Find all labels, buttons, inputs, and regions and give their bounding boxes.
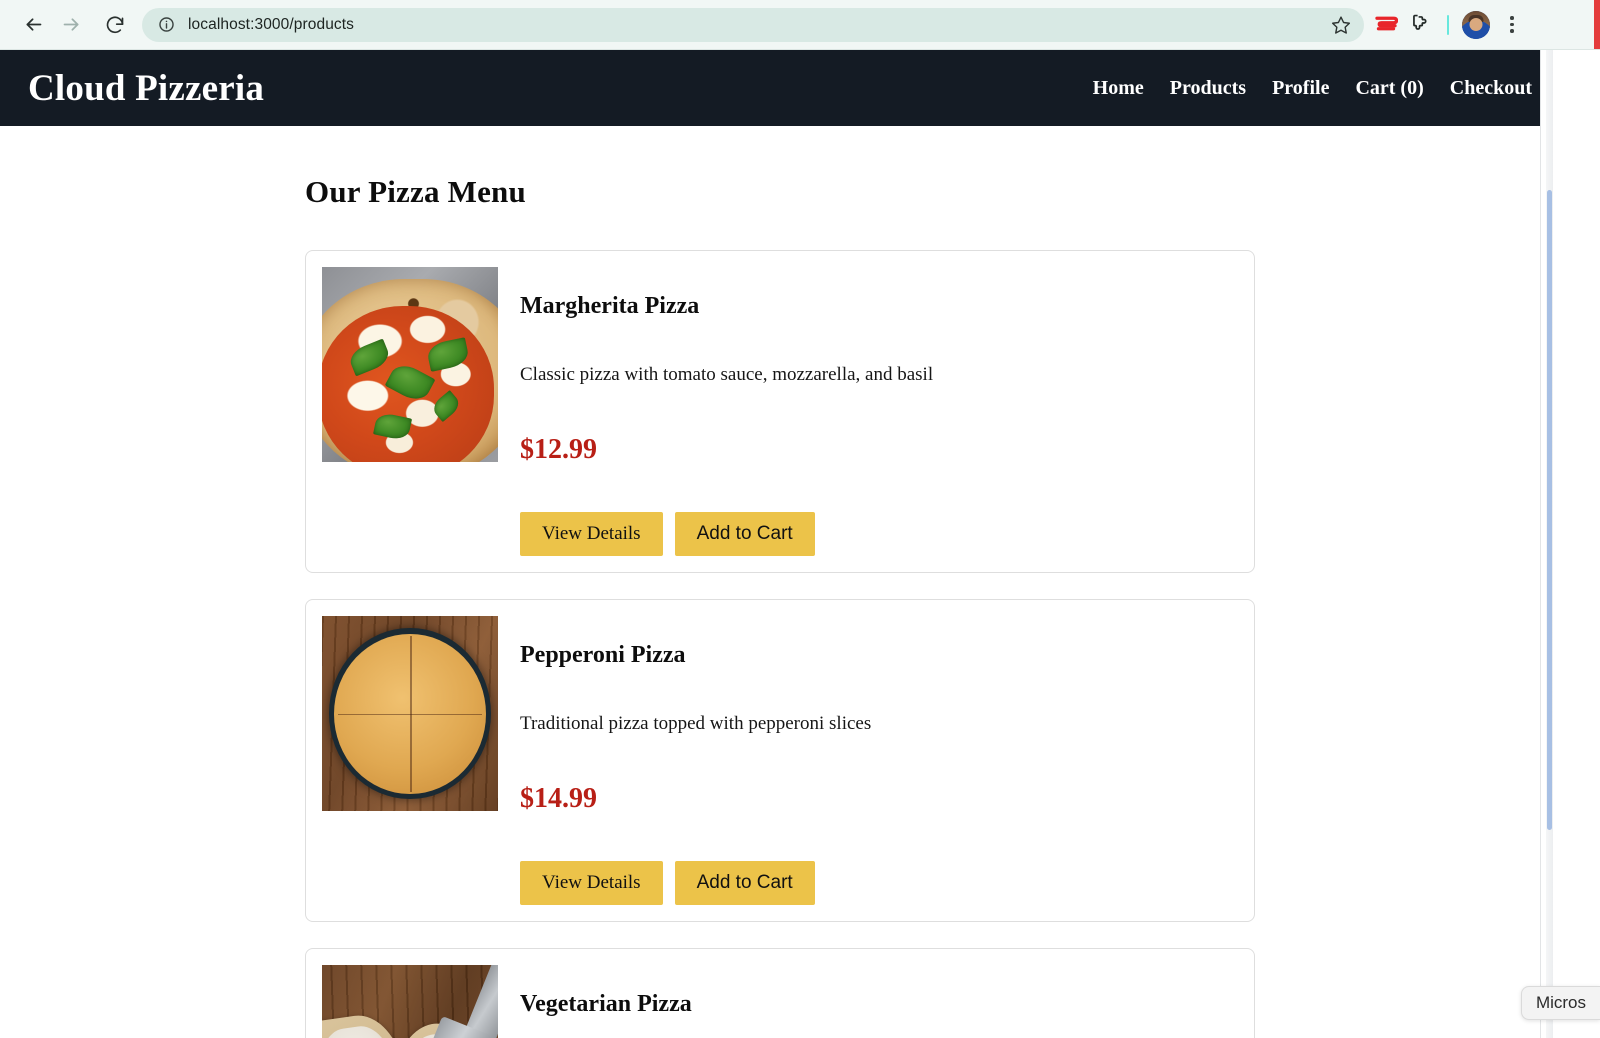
page-viewport: Cloud Pizzeria Home Products Profile Car… — [0, 50, 1600, 1038]
page-scrollbar[interactable] — [1540, 50, 1570, 1038]
product-actions: View Details Add to Cart — [520, 861, 1238, 906]
site-brand[interactable]: Cloud Pizzeria — [28, 70, 264, 107]
nav-link-home[interactable]: Home — [1093, 77, 1144, 100]
product-image[interactable] — [322, 267, 498, 462]
bookmark-star-icon[interactable] — [1326, 10, 1356, 40]
back-arrow-icon — [26, 18, 41, 31]
product-description: Classic pizza with tomato sauce, mozzare… — [520, 364, 934, 386]
nav-link-profile[interactable]: Profile — [1272, 77, 1329, 100]
view-details-button[interactable]: View Details — [520, 861, 663, 906]
product-price: $12.99 — [520, 434, 597, 466]
product-actions: View Details Add to Cart — [520, 512, 1238, 557]
product-price: $14.99 — [520, 783, 597, 815]
product-card: Vegetarian Pizza Loaded with assorted ve… — [305, 948, 1255, 1038]
toolbar-divider — [1447, 14, 1449, 35]
toolbar-actions — [1370, 9, 1528, 41]
product-card: Margherita Pizza Classic pizza with toma… — [305, 250, 1255, 574]
forward-arrow-icon — [63, 18, 78, 31]
extensions-puzzle-icon[interactable] — [1404, 9, 1436, 41]
pepperoni-pizza-photo — [322, 616, 498, 812]
reload-button[interactable] — [98, 8, 132, 42]
product-name: Margherita Pizza — [520, 293, 700, 319]
content-container: Our Pizza Menu Margherita Pizza Classic … — [305, 174, 1255, 1038]
microsoft-popup[interactable]: Micros — [1520, 986, 1600, 1020]
address-bar[interactable]: localhost:3000/products — [142, 7, 1364, 42]
nav-link-checkout[interactable]: Checkout — [1450, 77, 1532, 100]
reload-icon — [106, 15, 124, 33]
nav-link-products[interactable]: Products — [1170, 77, 1246, 100]
profile-avatar[interactable] — [1460, 9, 1492, 41]
back-button[interactable] — [16, 8, 50, 42]
add-to-cart-button[interactable]: Add to Cart — [674, 512, 815, 557]
window-edge-strip — [1594, 0, 1600, 49]
browser-toolbar: localhost:3000/products — [0, 0, 1600, 50]
expressvpn-extension-icon[interactable] — [1370, 9, 1402, 41]
page-title: Our Pizza Menu — [305, 174, 526, 209]
product-image[interactable] — [322, 616, 498, 812]
view-details-button[interactable]: View Details — [520, 512, 663, 557]
web-page: Cloud Pizzeria Home Products Profile Car… — [0, 50, 1570, 1038]
address-bar-url[interactable]: localhost:3000/products — [188, 16, 1326, 34]
margherita-pizza-photo — [322, 267, 498, 462]
product-description: Traditional pizza topped with pepperoni … — [520, 713, 872, 735]
page-content: Our Pizza Menu Margherita Pizza Classic … — [0, 126, 1570, 1038]
product-image[interactable] — [322, 965, 498, 1038]
product-details: Margherita Pizza Classic pizza with toma… — [520, 267, 1238, 557]
product-name: Vegetarian Pizza — [520, 991, 692, 1018]
site-info-icon[interactable] — [156, 15, 176, 35]
product-name: Pepperoni Pizza — [520, 642, 686, 669]
chrome-menu-button[interactable] — [1498, 9, 1526, 41]
site-navbar: Cloud Pizzeria Home Products Profile Car… — [0, 50, 1570, 126]
vegetarian-pizza-photo — [322, 965, 498, 1038]
product-card: Pepperoni Pizza Traditional pizza topped… — [305, 599, 1255, 923]
microsoft-popup-label: Micros — [1535, 993, 1586, 1012]
nav-link-cart[interactable]: Cart (0) — [1355, 77, 1423, 100]
product-details: Pepperoni Pizza Traditional pizza topped… — [520, 616, 1238, 906]
forward-button[interactable] — [54, 8, 88, 42]
product-details: Vegetarian Pizza Loaded with assorted ve… — [520, 965, 1238, 1038]
add-to-cart-button[interactable]: Add to Cart — [674, 861, 815, 906]
avatar — [1462, 10, 1490, 39]
site-nav-links: Home Products Profile Cart (0) Checkout — [1093, 77, 1542, 100]
